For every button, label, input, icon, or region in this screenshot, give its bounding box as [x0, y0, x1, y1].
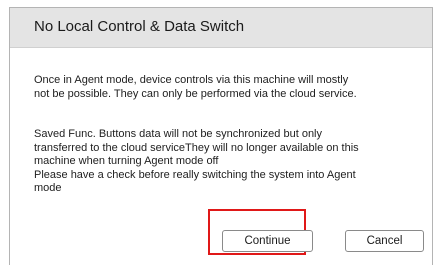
agent-mode-warning-text: Once in Agent mode, device controls via … [34, 74, 426, 101]
text-line: machine when turning Agent mode off [34, 155, 219, 167]
text-line: Saved Func. Buttons data will not be syn… [34, 128, 323, 140]
dialog-header: No Local Control & Data Switch [10, 8, 432, 48]
text-line: not be possible. They can only be perfor… [34, 87, 357, 100]
text-line: mode [34, 182, 62, 194]
continue-button[interactable]: Continue [222, 230, 313, 252]
dialog-title: No Local Control & Data Switch [34, 18, 245, 35]
text-line: Please have a check before really switch… [34, 168, 356, 181]
text-line: Once in Agent mode, device controls via … [34, 74, 349, 86]
text-line: transferred to the cloud serviceThey wil… [34, 141, 359, 154]
cancel-button[interactable]: Cancel [345, 230, 424, 252]
switch-mode-dialog: No Local Control & Data Switch Once in A… [9, 7, 433, 265]
func-buttons-warning-text: Saved Func. Buttons data will not be syn… [34, 128, 426, 196]
